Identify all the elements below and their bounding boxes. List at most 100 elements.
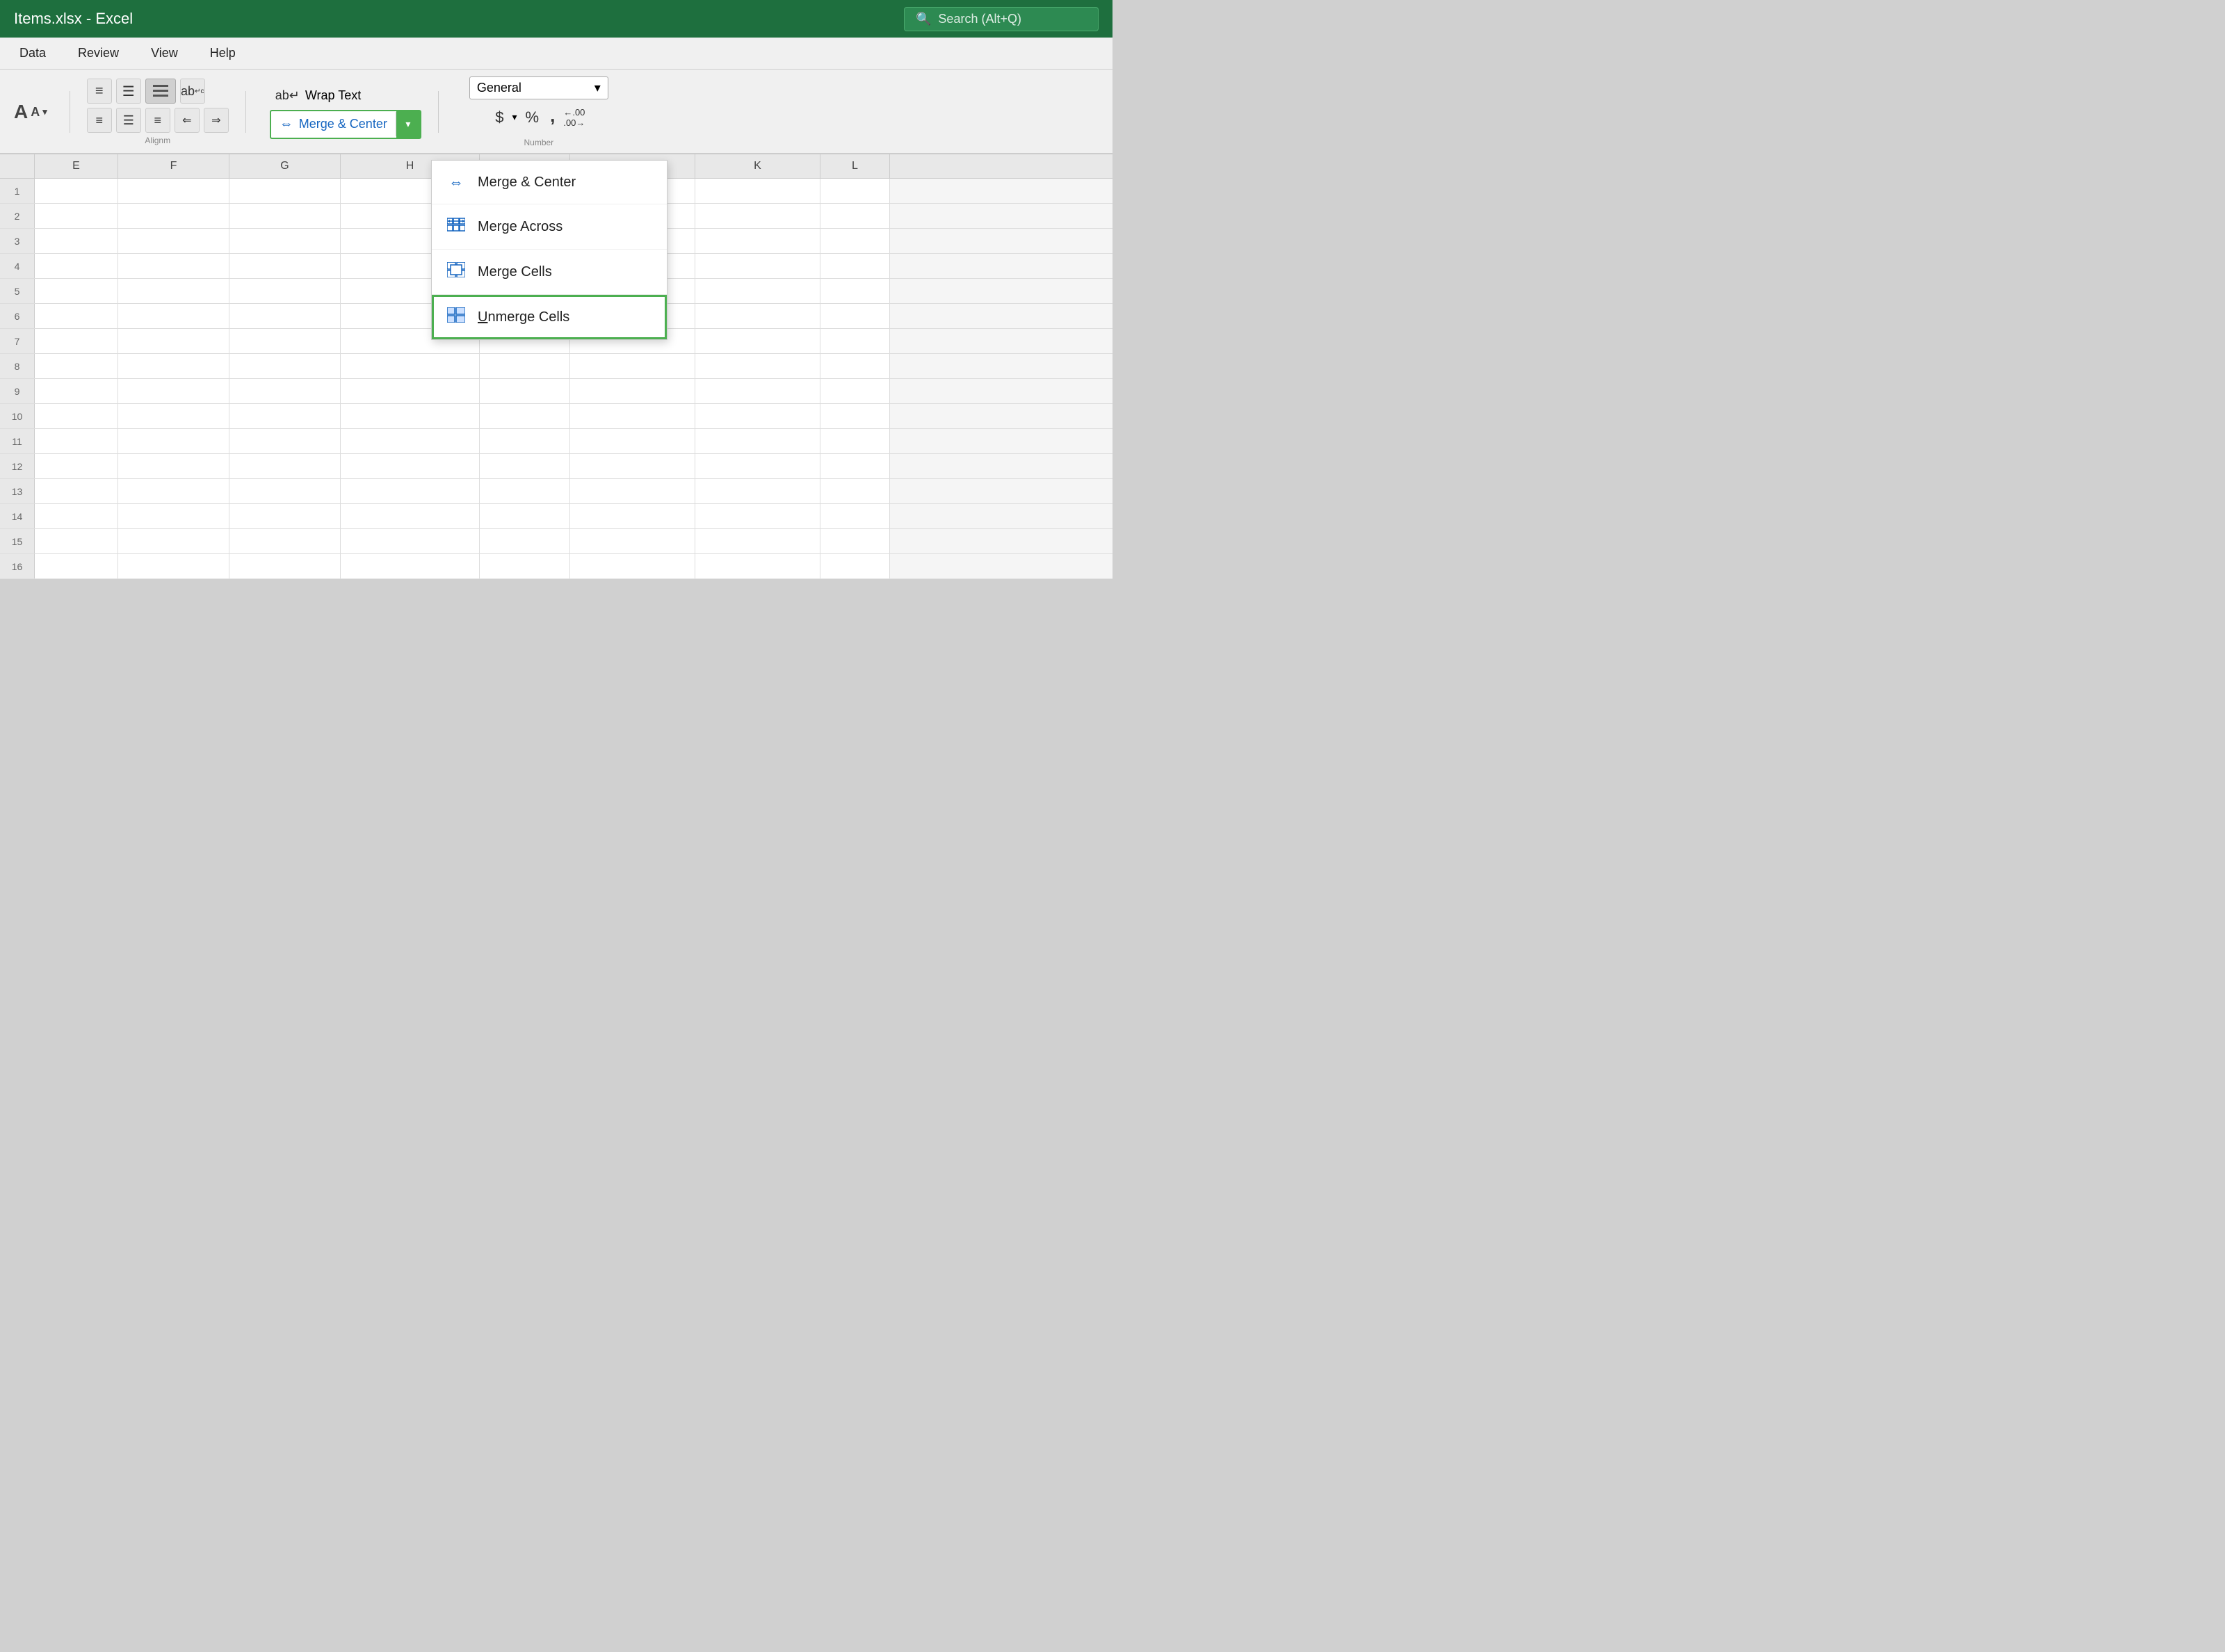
grid-cell[interactable] [341,429,480,453]
grid-cell[interactable] [820,379,890,403]
grid-cell[interactable] [229,354,341,378]
grid-cell[interactable] [35,529,118,553]
decimal-btns[interactable]: ←.00 .00→ [563,107,585,128]
grid-cell[interactable] [35,379,118,403]
grid-cell[interactable] [118,329,229,353]
grid-cell[interactable] [695,504,820,528]
increase-indent-btn[interactable]: ⇒ [204,108,229,133]
grid-cell[interactable] [229,454,341,478]
merge-center-btn[interactable]: ⇔ Merge & Center ▾ [270,110,421,139]
grid-cell[interactable] [118,179,229,203]
grid-cell[interactable] [35,429,118,453]
grid-cell[interactable] [820,529,890,553]
grid-cell[interactable] [118,554,229,578]
dropdown-item-unmerge-cells[interactable]: Unmerge Cells [432,295,667,339]
menu-item-data[interactable]: Data [14,43,51,63]
search-input[interactable] [938,12,1077,26]
grid-cell[interactable] [229,254,341,278]
grid-cell[interactable] [695,204,820,228]
grid-cell[interactable] [820,204,890,228]
grid-cell[interactable] [229,529,341,553]
grid-cell[interactable] [480,504,570,528]
increase-decimal[interactable]: ←.00 [563,107,585,118]
align-center-btn[interactable]: ☰ [116,79,141,104]
grid-cell[interactable] [229,279,341,303]
grid-cell[interactable] [229,379,341,403]
dollar-sign[interactable]: $ [492,107,506,128]
grid-cell[interactable] [695,529,820,553]
grid-cell[interactable] [820,279,890,303]
grid-cell[interactable] [229,179,341,203]
grid-cell[interactable] [820,429,890,453]
grid-cell[interactable] [35,354,118,378]
menu-item-view[interactable]: View [145,43,184,63]
grid-cell[interactable] [695,329,820,353]
grid-cell[interactable] [35,329,118,353]
grid-cell[interactable] [35,554,118,578]
grid-cell[interactable] [35,504,118,528]
grid-cell[interactable] [695,354,820,378]
grid-cell[interactable] [570,529,695,553]
grid-cell[interactable] [480,354,570,378]
grid-cell[interactable] [480,379,570,403]
grid-cell[interactable] [118,279,229,303]
number-format-dropdown[interactable]: General ▾ [469,76,608,99]
grid-cell[interactable] [341,504,480,528]
grid-cell[interactable] [35,229,118,253]
grid-cell[interactable] [35,479,118,503]
grid-cell[interactable] [341,404,480,428]
grid-cell[interactable] [35,279,118,303]
grid-cell[interactable] [820,504,890,528]
wrap-text-btn[interactable]: ab↵ Wrap Text [270,86,421,106]
grid-cell[interactable] [570,354,695,378]
grid-cell[interactable] [35,179,118,203]
grid-cell[interactable] [341,479,480,503]
grid-cell[interactable] [229,479,341,503]
grid-cell[interactable] [570,429,695,453]
percent-sign[interactable]: % [523,107,542,128]
grid-cell[interactable] [695,554,820,578]
grid-cell[interactable] [695,454,820,478]
col-header-k[interactable]: K [695,154,820,178]
grid-cell[interactable] [570,554,695,578]
grid-cell[interactable] [118,304,229,328]
grid-cell[interactable] [820,479,890,503]
decrease-indent-btn[interactable]: ⇐ [175,108,200,133]
dropdown-item-merge-across[interactable]: Merge Across [432,204,667,250]
grid-cell[interactable] [229,404,341,428]
menu-item-help[interactable]: Help [204,43,241,63]
grid-cell[interactable] [695,229,820,253]
col-header-l[interactable]: L [820,154,890,178]
grid-cell[interactable] [118,204,229,228]
grid-cell[interactable] [820,554,890,578]
grid-cell[interactable] [35,254,118,278]
align-right-btn[interactable] [145,79,176,104]
grid-cell[interactable] [118,229,229,253]
grid-cell[interactable] [570,404,695,428]
grid-cell[interactable] [229,204,341,228]
grid-cell[interactable] [695,279,820,303]
dropdown-item-merge-cells[interactable]: Merge Cells [432,250,667,295]
grid-cell[interactable] [229,304,341,328]
grid-cell[interactable] [229,554,341,578]
grid-cell[interactable] [480,429,570,453]
grid-cell[interactable] [229,504,341,528]
grid-cell[interactable] [341,454,480,478]
grid-cell[interactable] [35,454,118,478]
align-bottom-left-btn[interactable]: ≡ [87,108,112,133]
dropdown-item-merge-center[interactable]: ⇔ Merge & Center [432,161,667,204]
grid-cell[interactable] [480,454,570,478]
grid-cell[interactable] [341,529,480,553]
col-header-g[interactable]: G [229,154,341,178]
grid-cell[interactable] [570,479,695,503]
format-painter-btn[interactable]: ab↵c [180,79,205,104]
merge-center-dropdown-btn[interactable]: ▾ [396,111,420,138]
grid-cell[interactable] [820,404,890,428]
grid-cell[interactable] [341,354,480,378]
grid-cell[interactable] [820,354,890,378]
grid-cell[interactable] [820,454,890,478]
merge-center-main[interactable]: ⇔ Merge & Center [271,112,396,136]
grid-cell[interactable] [118,454,229,478]
decrease-decimal[interactable]: .00→ [563,118,585,128]
grid-cell[interactable] [570,454,695,478]
